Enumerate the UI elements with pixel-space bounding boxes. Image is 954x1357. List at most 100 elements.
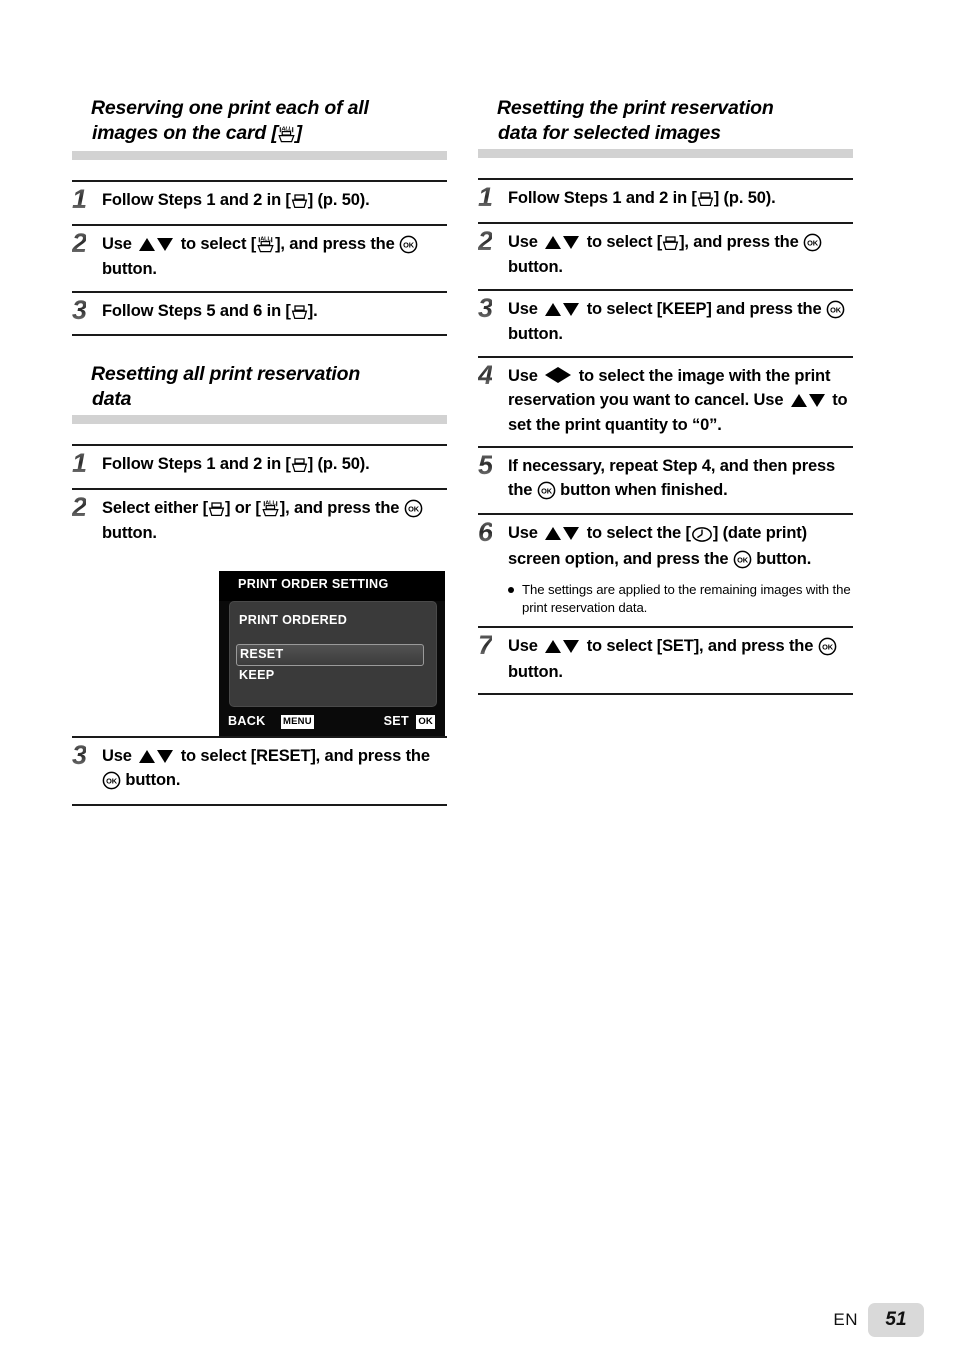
- page-number-badge: 51: [868, 1303, 924, 1337]
- camera-screen: PRINT ORDER SETTING PRINT ORDERED RESET KEE…: [219, 570, 445, 736]
- left-arrow-icon: [545, 366, 559, 383]
- screen-option-keep[interactable]: KEEP: [239, 668, 275, 682]
- svg-text:OK: OK: [541, 486, 553, 495]
- step-text: Follow Steps 1 and 2 in [] (p. 50).: [508, 187, 853, 213]
- bullet-icon: [508, 587, 514, 593]
- print-icon: [208, 499, 225, 523]
- step-text: Use to select the image with the print r…: [508, 366, 848, 434]
- menu-button-badge[interactable]: MENU: [281, 714, 314, 729]
- section-resetting-all: Resetting all print reservation data 1 Fo…: [72, 362, 447, 806]
- ok-button-icon: OK: [537, 481, 556, 505]
- ok-button-icon: OK: [404, 499, 423, 523]
- ok-button-icon: OK: [826, 300, 845, 324]
- heading-line-2-prefix: data: [92, 388, 132, 410]
- date-print-clock-icon: [691, 524, 713, 548]
- step-note: The settings are applied to the remainin…: [508, 581, 853, 617]
- step-text: Use to select [], and press the OK butto…: [508, 231, 853, 280]
- print-all-icon: ALL: [261, 499, 280, 523]
- svg-text:OK: OK: [408, 504, 420, 513]
- up-arrow-icon: [545, 235, 562, 249]
- up-down-arrows-icon: [544, 299, 580, 323]
- step-number: 3: [72, 739, 87, 770]
- step-text: Follow Steps 5 and 6 in [].: [102, 300, 447, 326]
- step-item: 3 Follow Steps 5 and 6 in [].: [72, 290, 447, 335]
- print-all-icon: ALL: [256, 235, 275, 259]
- step-text: Use to select [SET], and press the OK bu…: [508, 635, 853, 684]
- ok-button-icon: OK: [399, 235, 418, 259]
- up-arrow-icon: [139, 749, 156, 763]
- step-item: 3 Use to select [KEEP] and press the OK b…: [478, 288, 853, 356]
- left-column: Reserving one print each of all images o…: [72, 96, 447, 806]
- screen-subtitle: PRINT ORDERED: [239, 612, 348, 627]
- step-number: 1: [72, 448, 87, 478]
- language-code: EN: [833, 1310, 858, 1329]
- step-text: Use to select the [] (date print) screen…: [508, 522, 853, 573]
- up-down-arrows-icon: [138, 746, 174, 770]
- steps-bottom-rule: [72, 803, 447, 806]
- down-arrow-icon: [563, 235, 580, 249]
- heading-line-1: Resetting the print reservation: [497, 97, 774, 119]
- down-arrow-icon: [563, 527, 580, 540]
- step-text: Use to select [KEEP] and press the OK bu…: [508, 298, 853, 347]
- svg-text:OK: OK: [807, 238, 819, 247]
- step-item: 5 If necessary, repeat Step 4, and then p…: [478, 446, 853, 513]
- step-text: Follow Steps 1 and 2 in [] (p. 50).: [102, 453, 447, 479]
- print-icon: [662, 233, 679, 257]
- up-arrow-icon: [139, 237, 156, 251]
- step-text: Use to select [ALL], and press the OK bu…: [102, 233, 447, 282]
- down-arrow-icon: [563, 302, 580, 316]
- step-text: Use to select [RESET], and press the OK …: [102, 745, 447, 795]
- section-heading: Reserving one print each of all images o…: [72, 96, 447, 150]
- step-text: Select either [] or [ALL], and press the…: [102, 497, 447, 546]
- up-down-arrows-icon: [544, 232, 580, 256]
- page-footer: EN 51: [833, 1303, 924, 1337]
- heading-accent-bar: [72, 151, 447, 160]
- heading-accent-bar: [478, 149, 853, 158]
- screen-title-bar: PRINT ORDER SETTING: [219, 570, 445, 601]
- left-right-arrows-icon: [544, 366, 572, 390]
- print-icon: [697, 189, 714, 213]
- ok-button-icon: OK: [733, 550, 752, 574]
- section-heading: Resetting all print reservation data: [72, 362, 447, 414]
- heading-line-1: Resetting all print reservation: [91, 363, 361, 385]
- step-item: 7 Use to select [SET], and press the OK b…: [478, 626, 853, 693]
- step-item: 2 Select either [] or [ALL], and press th…: [72, 487, 447, 555]
- step-item: 4 Use to select the image with the print …: [478, 355, 853, 447]
- screen-footer: BACK MENU SET OK: [219, 711, 445, 736]
- svg-text:OK: OK: [403, 240, 415, 249]
- ok-button-icon: OK: [803, 233, 822, 257]
- heading-line-2-prefix: data for selected images: [498, 122, 721, 144]
- up-down-arrows-icon: [790, 390, 826, 414]
- steps-bottom-rule: [478, 693, 853, 695]
- camera-screen-illustration: PRINT ORDER SETTING PRINT ORDERED RESET KEE…: [72, 555, 447, 736]
- manual-page: Reserving one print each of all images o…: [0, 0, 954, 1357]
- step-number: 6: [478, 517, 493, 547]
- screen-option-reset[interactable]: RESET: [236, 643, 424, 666]
- heading-line-1: Reserving one print each of all: [91, 97, 369, 119]
- screen-back-label: BACK: [228, 713, 266, 728]
- step-number: 1: [72, 184, 87, 214]
- heading-line-2-prefix: images on the card [: [92, 122, 278, 144]
- section-heading: Resetting the print reservation data for…: [478, 96, 853, 148]
- step-text: If necessary, repeat Step 4, and then pr…: [508, 455, 853, 504]
- ok-button-badge[interactable]: OK: [416, 714, 435, 729]
- svg-text:OK: OK: [737, 555, 749, 564]
- step-number: 2: [72, 491, 87, 522]
- down-arrow-icon: [563, 640, 580, 653]
- step-item: 3 Use to select [RESET], and press the OK…: [72, 735, 447, 804]
- screen-set-label: SET: [383, 713, 409, 728]
- screen-option-reset-label: RESET: [240, 646, 284, 661]
- steps-list: 1 Follow Steps 1 and 2 in [] (p. 50). 2 Use…: [72, 180, 447, 336]
- screen-title: PRINT ORDER SETTING: [238, 576, 389, 591]
- step-item: 1 Follow Steps 1 and 2 in [] (p. 50).: [72, 444, 447, 488]
- ok-button-icon: OK: [818, 637, 837, 661]
- heading-accent-bar: [72, 415, 447, 424]
- svg-text:OK: OK: [106, 777, 118, 786]
- up-down-arrows-icon: [544, 523, 580, 547]
- step-number: 1: [478, 182, 493, 212]
- step-number: 5: [478, 450, 493, 480]
- steps-list: 1 Follow Steps 1 and 2 in [] (p. 50). 2 Sel…: [72, 444, 447, 806]
- heading-line-2-suffix: ]: [295, 122, 303, 144]
- screen-body: PRINT ORDERED RESET KEEP: [229, 600, 437, 707]
- step-item: 1 Follow Steps 1 and 2 in [] (p. 50).: [72, 180, 447, 224]
